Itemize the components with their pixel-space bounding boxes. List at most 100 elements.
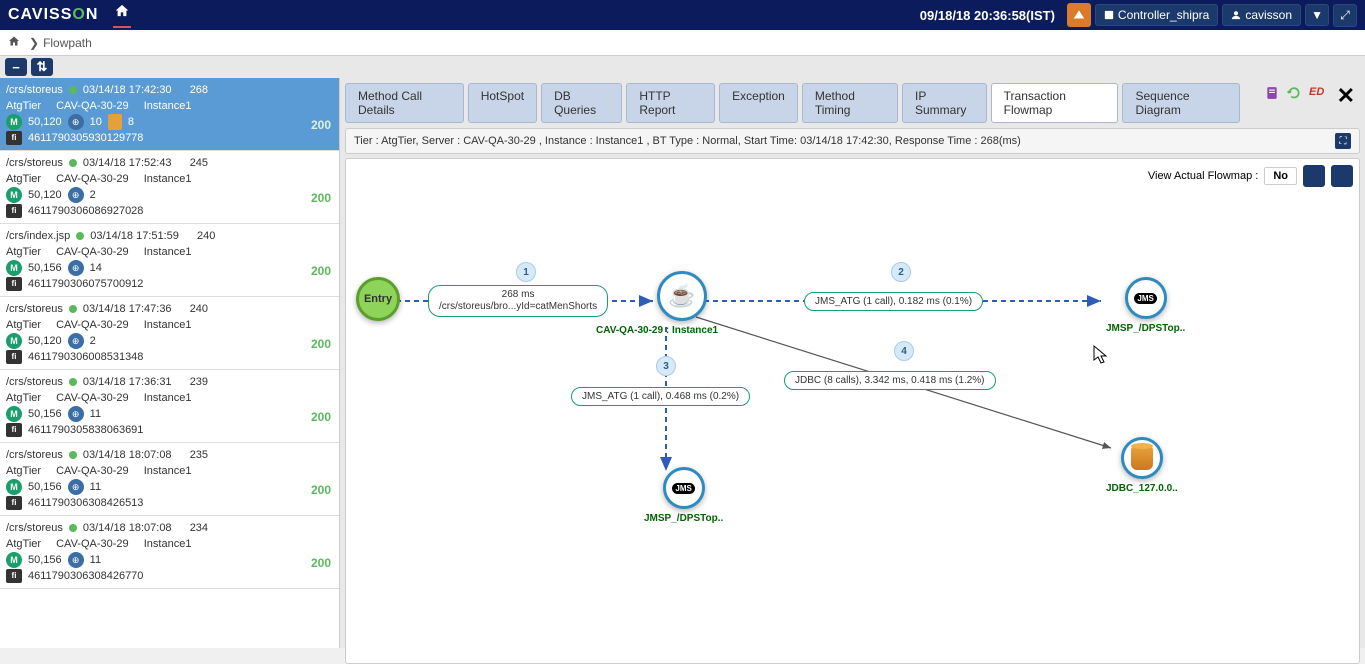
flowpath-item[interactable]: /crs/storeus03/14/18 17:42:30 268 AtgTie…: [0, 78, 339, 151]
seq-2: 2: [891, 262, 911, 282]
tab-http-report[interactable]: HTTP Report: [626, 83, 715, 123]
fp-server: CAV-QA-30-29: [56, 536, 129, 552]
expand-button[interactable]: ⤢: [1333, 4, 1357, 27]
fp-id-icon: fi: [6, 496, 22, 510]
fp-id: 4611790306008531348: [28, 349, 143, 365]
flowpath-item[interactable]: /crs/storeus03/14/18 17:47:36 240 AtgTie…: [0, 297, 339, 370]
tab-db-queries[interactable]: DB Queries: [541, 83, 622, 123]
node-java-label: CAV-QA-30-29 : Instance1: [596, 325, 718, 336]
method-icon: M: [6, 260, 22, 276]
jms-icon: JMS: [1134, 293, 1156, 304]
flowpath-item[interactable]: /crs/storeus03/14/18 17:52:43 245 AtgTie…: [0, 151, 339, 224]
fp-server: CAV-QA-30-29: [56, 390, 129, 406]
seq-1: 1: [516, 262, 536, 282]
edge-1-time: 268 ms: [439, 289, 597, 301]
node-jms-right[interactable]: JMS JMSP_/DPSTop..: [1106, 277, 1185, 334]
tab-hotspot[interactable]: HotSpot: [468, 83, 537, 123]
method-icon: M: [6, 187, 22, 203]
fp-id: 4611790306075700912: [28, 276, 143, 292]
toolbar: − ⇅: [0, 56, 1365, 78]
node-entry-label: Entry: [364, 293, 392, 305]
fp-id: 4611790305930129778: [28, 130, 143, 146]
flowpath-item[interactable]: /crs/storeus03/14/18 17:36:31 239 AtgTie…: [0, 370, 339, 443]
breadcrumb-item[interactable]: Flowpath: [43, 36, 92, 50]
report-icon[interactable]: [1265, 86, 1281, 102]
fp-ts: 03/14/18 17:42:30: [83, 82, 172, 98]
tab-transaction-flowmap[interactable]: Transaction Flowmap: [991, 83, 1119, 123]
call-icon: ⊕: [68, 406, 84, 422]
tab-method-call-details[interactable]: Method Call Details: [345, 83, 464, 123]
controller-button[interactable]: Controller_shipra: [1095, 4, 1218, 26]
flowpath-item[interactable]: /crs/storeus03/14/18 18:07:08 235 AtgTie…: [0, 443, 339, 516]
tab-method-timing[interactable]: Method Timing: [802, 83, 898, 123]
flowpath-item[interactable]: /crs/storeus03/14/18 18:07:08 234 AtgTie…: [0, 516, 339, 589]
caret-down-button[interactable]: ▼: [1305, 4, 1329, 26]
logo-text-suf: N: [86, 6, 99, 23]
b-val: 11: [90, 552, 101, 568]
fp-id-icon: fi: [6, 277, 22, 291]
offline-icon[interactable]: [1067, 3, 1091, 27]
fp-url: /crs/storeus: [6, 447, 63, 463]
view-actual-toggle[interactable]: No: [1264, 167, 1297, 185]
timestamp: 09/18/18 20:36:58(IST): [920, 8, 1055, 23]
content: ✕ Method Call DetailsHotSpotDB QueriesHT…: [340, 78, 1365, 648]
node-db[interactable]: JDBC_127.0.0..: [1106, 437, 1178, 494]
fp-resp: 235: [190, 447, 208, 463]
flowpath-item[interactable]: /crs/index.jsp03/14/18 17:51:59 240 AtgT…: [0, 224, 339, 297]
breadcrumb-home-icon[interactable]: [8, 35, 20, 50]
fp-url: /crs/storeus: [6, 155, 63, 171]
fp-instance: Instance1: [144, 463, 192, 479]
status-dot-icon: [69, 451, 77, 459]
infobar-text: Tier : AtgTier, Server : CAV-QA-30-29 , …: [354, 135, 1021, 147]
fp-tier: AtgTier: [6, 98, 41, 114]
download-alt-icon[interactable]: [1331, 165, 1353, 187]
fp-status: 200: [311, 410, 331, 424]
home-icon[interactable]: [113, 3, 131, 28]
fp-instance: Instance1: [144, 98, 192, 114]
node-jms-bottom[interactable]: JMS JMSP_/DPSTop..: [644, 467, 723, 524]
download-icon[interactable]: [1303, 165, 1325, 187]
infobar: Tier : AtgTier, Server : CAV-QA-30-29 , …: [345, 128, 1360, 154]
fp-resp: 245: [190, 155, 208, 171]
refresh-icon[interactable]: [1287, 86, 1303, 102]
ed-icon[interactable]: ED: [1309, 86, 1325, 102]
fp-id-icon: fi: [6, 350, 22, 364]
fp-resp: 240: [190, 301, 208, 317]
close-icon[interactable]: ✕: [1337, 83, 1355, 109]
fp-status: 200: [311, 337, 331, 351]
fp-id: 4611790305838063691: [28, 422, 143, 438]
fp-tier: AtgTier: [6, 171, 41, 187]
fp-tier: AtgTier: [6, 317, 41, 333]
m-val: 50,156: [28, 552, 62, 568]
tab-sequence-diagram[interactable]: Sequence Diagram: [1122, 83, 1240, 123]
fp-resp: 234: [190, 520, 208, 536]
call-icon: ⊕: [68, 552, 84, 568]
method-icon: M: [6, 333, 22, 349]
logo: CAVISSON: [8, 6, 98, 24]
maximize-icon[interactable]: ⛶: [1335, 133, 1351, 149]
status-dot-icon: [69, 159, 77, 167]
tab-ip-summary[interactable]: IP Summary: [902, 83, 987, 123]
database-icon: [1131, 446, 1153, 470]
fp-id-icon: fi: [6, 423, 22, 437]
node-entry[interactable]: Entry: [356, 277, 400, 321]
fp-id: 4611790306086927028: [28, 203, 143, 219]
fp-tier: AtgTier: [6, 463, 41, 479]
expand-all-button[interactable]: ⇅: [31, 58, 53, 76]
call-icon: ⊕: [68, 479, 84, 495]
call-icon: ⊕: [68, 260, 84, 276]
fp-id: 4611790306308426513: [28, 495, 143, 511]
logo-o: O: [72, 6, 85, 23]
tab-exception[interactable]: Exception: [719, 83, 798, 123]
method-icon: M: [6, 406, 22, 422]
fp-url: /crs/storeus: [6, 520, 63, 536]
edge-1-label: 268 ms /crs/storeus/bro...yId=catMenShor…: [428, 285, 608, 317]
fp-status: 200: [311, 264, 331, 278]
m-val: 50,120: [28, 187, 62, 203]
user-button[interactable]: cavisson: [1222, 4, 1301, 26]
collapse-button[interactable]: −: [5, 58, 27, 76]
b-val: 2: [90, 333, 96, 349]
fp-resp: 239: [190, 374, 208, 390]
top-bar: CAVISSON 09/18/18 20:36:58(IST) Controll…: [0, 0, 1365, 30]
node-java-instance[interactable]: ☕ CAV-QA-30-29 : Instance1: [646, 271, 718, 336]
